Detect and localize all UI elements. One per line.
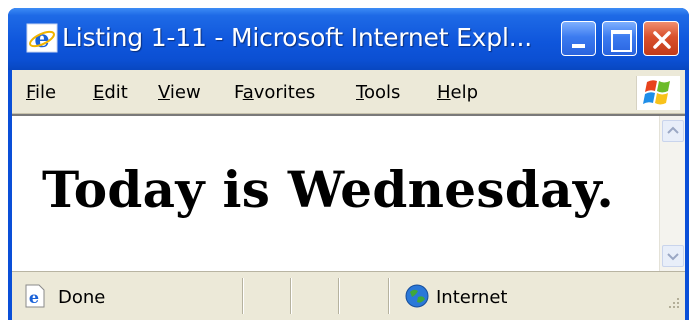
menu-bar: File Edit View Favorites Tools Help (12, 70, 685, 114)
close-button[interactable] (643, 21, 679, 56)
resize-grip[interactable] (667, 295, 681, 314)
scroll-up-button[interactable] (662, 120, 684, 142)
maximize-button[interactable] (602, 21, 637, 56)
page-heading: Today is Wednesday. (42, 160, 615, 219)
chevron-up-icon (667, 126, 679, 134)
svg-text:e: e (29, 288, 39, 307)
status-bar: e Done Internet (12, 271, 685, 320)
menu-view[interactable]: View (158, 82, 201, 103)
browser-window: e Listing 1-11 - Microsoft Internet Expl… (8, 8, 689, 320)
window-title: Listing 1-11 - Microsoft Internet Expl..… (62, 23, 532, 52)
security-zone-label: Internet (436, 287, 508, 308)
status-divider (242, 278, 243, 314)
chevron-down-icon (667, 253, 679, 261)
status-divider (290, 278, 291, 314)
status-divider (338, 278, 339, 314)
scroll-down-button[interactable] (662, 245, 684, 267)
ie-icon: e (26, 23, 58, 53)
vertical-scrollbar[interactable] (659, 116, 685, 271)
svg-text:e: e (34, 24, 49, 53)
windows-logo-icon (636, 76, 680, 110)
page-content: Today is Wednesday. (12, 114, 685, 271)
menu-help[interactable]: Help (437, 82, 478, 103)
close-icon (653, 31, 671, 49)
status-divider (388, 278, 389, 314)
menu-file[interactable]: File (26, 82, 56, 103)
menu-favorites[interactable]: Favorites (234, 82, 315, 103)
ie-page-icon: e (22, 283, 48, 313)
menu-tools[interactable]: Tools (356, 82, 400, 103)
globe-icon (404, 283, 430, 313)
menu-edit[interactable]: Edit (93, 82, 128, 103)
status-text: Done (58, 287, 106, 308)
title-bar[interactable]: e Listing 1-11 - Microsoft Internet Expl… (8, 8, 689, 70)
minimize-button[interactable] (561, 21, 596, 56)
